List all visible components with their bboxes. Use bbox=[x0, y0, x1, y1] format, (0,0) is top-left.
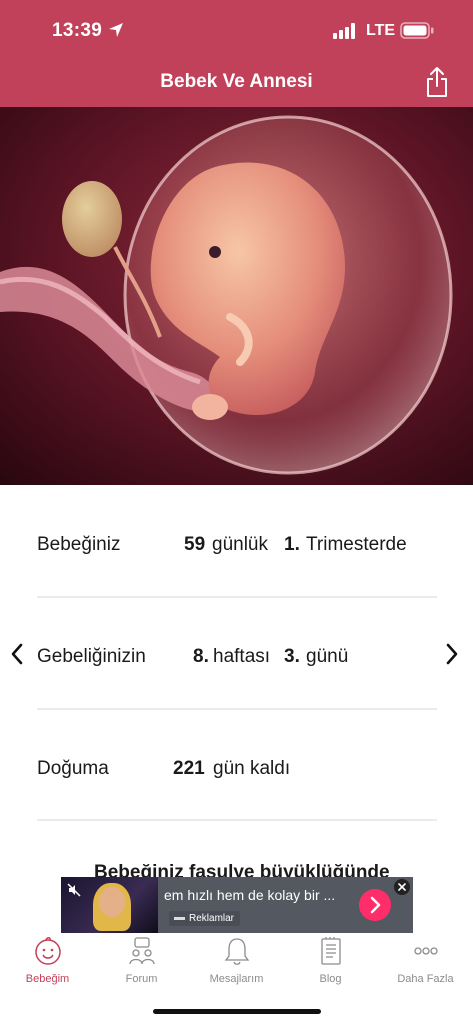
divider bbox=[37, 819, 437, 821]
days-remaining-unit: gün kaldı bbox=[213, 758, 291, 779]
ad-open-icon[interactable] bbox=[359, 889, 391, 921]
network-type: LTE bbox=[366, 22, 396, 39]
status-bar: 13:39 LTE bbox=[0, 0, 473, 62]
baby-face-icon bbox=[35, 937, 61, 965]
pregnancy-week-label: Gebeliğinizin bbox=[37, 646, 146, 667]
tab-label: Bebeğim bbox=[25, 973, 70, 985]
baby-age-row: Bebeğiniz 59 günlük 1. Trimesterde bbox=[0, 526, 473, 566]
battery-icon bbox=[400, 22, 434, 39]
next-day-icon[interactable] bbox=[443, 642, 461, 666]
due-date-row: Doğuma 221 gün kaldı bbox=[0, 750, 473, 790]
page-title: Bebek Ve Annesi bbox=[160, 71, 313, 92]
tab-label: Forum bbox=[125, 973, 158, 985]
ad-close-icon[interactable] bbox=[394, 879, 410, 895]
week-number: 8. bbox=[193, 646, 209, 667]
tab-forum[interactable]: Forum bbox=[94, 936, 189, 996]
day-number: 3. bbox=[284, 646, 300, 667]
top-bar: 13:39 LTE Bebek Ve Annesi bbox=[0, 0, 473, 107]
tab-label: Blog bbox=[319, 973, 342, 985]
day-unit: günü bbox=[306, 646, 349, 667]
embryo-image bbox=[0, 107, 473, 485]
share-icon[interactable] bbox=[424, 66, 450, 98]
previous-day-icon[interactable] bbox=[8, 642, 26, 666]
tab-daha-fazla[interactable]: Daha Fazla bbox=[378, 936, 473, 996]
mute-icon[interactable] bbox=[66, 882, 82, 898]
ad-badge: Reklamlar bbox=[169, 911, 241, 926]
ad-text: em hızlı hem de kolay bir ... bbox=[164, 887, 336, 903]
baby-age-unit: günlük bbox=[212, 534, 268, 555]
baby-age-label: Bebeğiniz bbox=[37, 534, 121, 555]
forum-icon bbox=[129, 937, 155, 965]
ad-banner[interactable]: em hızlı hem de kolay bir ... Reklamlar bbox=[61, 877, 413, 933]
ad-person-face bbox=[99, 887, 125, 917]
due-date-label: Doğuma bbox=[37, 758, 109, 779]
tab-label: Daha Fazla bbox=[397, 973, 454, 985]
baby-age-days: 59 bbox=[184, 534, 206, 555]
tab-bebegim[interactable]: Bebeğim bbox=[0, 936, 95, 996]
status-time: 13:39 bbox=[52, 20, 103, 41]
days-remaining: 221 bbox=[173, 758, 205, 779]
location-arrow-icon bbox=[109, 23, 123, 37]
divider bbox=[37, 596, 437, 598]
tab-label: Mesajlarım bbox=[209, 973, 264, 985]
more-icon bbox=[414, 947, 438, 955]
ad-thumbnail bbox=[61, 877, 158, 933]
tab-mesajlarim[interactable]: Mesajlarım bbox=[189, 936, 284, 996]
bell-icon bbox=[224, 938, 250, 965]
tab-blog[interactable]: Blog bbox=[283, 936, 378, 996]
week-unit: haftası bbox=[213, 646, 271, 667]
home-indicator bbox=[153, 1009, 321, 1014]
pregnancy-week-row: Gebeliğinizin 8. haftası 3. günü bbox=[0, 638, 473, 678]
divider bbox=[37, 708, 437, 710]
trimester-number: 1. bbox=[284, 534, 300, 555]
signal-icon bbox=[333, 23, 355, 39]
blog-icon bbox=[321, 937, 341, 965]
trimester-label: Trimesterde bbox=[306, 534, 407, 555]
